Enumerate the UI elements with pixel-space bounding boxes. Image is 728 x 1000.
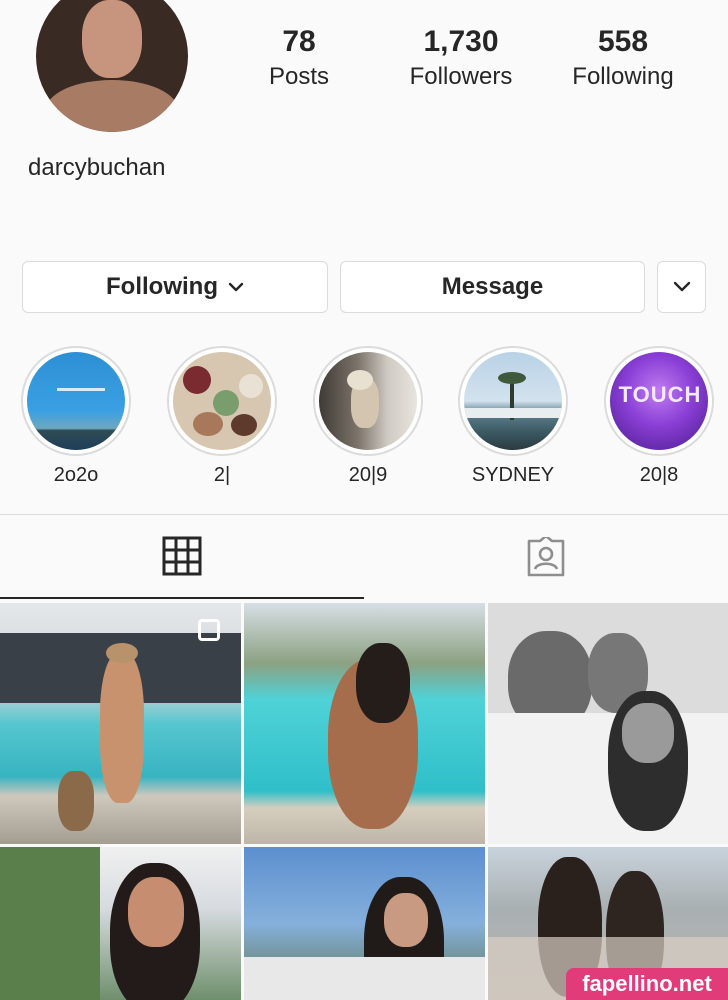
post-thumbnail[interactable]: [488, 603, 728, 844]
highlight-label: 2|: [213, 464, 231, 486]
highlight-2019[interactable]: 20|9: [313, 346, 423, 487]
following-stat[interactable]: 558 Following: [543, 24, 703, 94]
highlight-ring: [458, 346, 568, 456]
posts-label: Posts: [268, 63, 330, 90]
post-thumbnail[interactable]: [244, 603, 485, 844]
highlight-ring: TOUCH: [604, 346, 714, 456]
message-button[interactable]: Message: [340, 261, 645, 313]
posts-stat[interactable]: 78 Posts: [219, 24, 379, 94]
message-button-label: Message: [441, 273, 544, 300]
following-label: Following: [572, 63, 674, 90]
chevron-down-icon: [673, 281, 690, 292]
highlight-sydney[interactable]: SYDNEY: [458, 346, 568, 487]
profile-tabbar: [0, 514, 728, 600]
followers-count: 1,730: [423, 25, 499, 58]
tab-tagged[interactable]: [364, 515, 728, 599]
highlight-2018[interactable]: TOUCH 20|8: [604, 346, 714, 487]
watermark: fapellino.net: [566, 968, 728, 1000]
avatar-face: [82, 0, 142, 78]
following-button[interactable]: Following: [22, 261, 328, 313]
highlight-cover: [319, 352, 417, 450]
highlight-cover: [173, 352, 271, 450]
chevron-down-icon: [228, 282, 244, 292]
highlight-label: 2o2o: [53, 464, 99, 486]
profile-avatar[interactable]: [36, 0, 188, 132]
highlight-2o2o[interactable]: 2o2o: [21, 346, 131, 487]
highlight-label: 20|9: [348, 464, 388, 486]
highlight-cover-text: TOUCH: [618, 382, 702, 407]
post-thumbnail[interactable]: [0, 603, 241, 844]
posts-grid: [0, 603, 728, 1000]
highlight-cover: TOUCH: [610, 352, 708, 450]
followers-stat[interactable]: 1,730 Followers: [381, 24, 541, 94]
post-thumbnail[interactable]: [0, 847, 241, 1000]
highlight-label: SYDNEY: [471, 464, 555, 486]
following-count: 558: [597, 25, 649, 58]
suggested-accounts-button[interactable]: [657, 261, 706, 313]
followers-label: Followers: [409, 63, 513, 90]
avatar-body: [46, 80, 178, 132]
highlight-2[interactable]: 2|: [167, 346, 277, 487]
highlight-ring: [21, 346, 131, 456]
highlight-ring: [167, 346, 277, 456]
highlight-cover: [27, 352, 125, 450]
profile-username: darcybuchan: [28, 154, 166, 181]
tagged-icon: [527, 537, 565, 577]
highlight-ring: [313, 346, 423, 456]
grid-icon: [162, 536, 202, 576]
tab-posts-grid[interactable]: [0, 515, 364, 599]
post-thumbnail[interactable]: [244, 847, 485, 1000]
multi-photo-icon: [198, 619, 220, 641]
highlight-label: 20|8: [639, 464, 679, 486]
posts-count: 78: [282, 25, 316, 58]
following-button-label: Following: [106, 273, 218, 300]
highlight-cover: [464, 352, 562, 450]
